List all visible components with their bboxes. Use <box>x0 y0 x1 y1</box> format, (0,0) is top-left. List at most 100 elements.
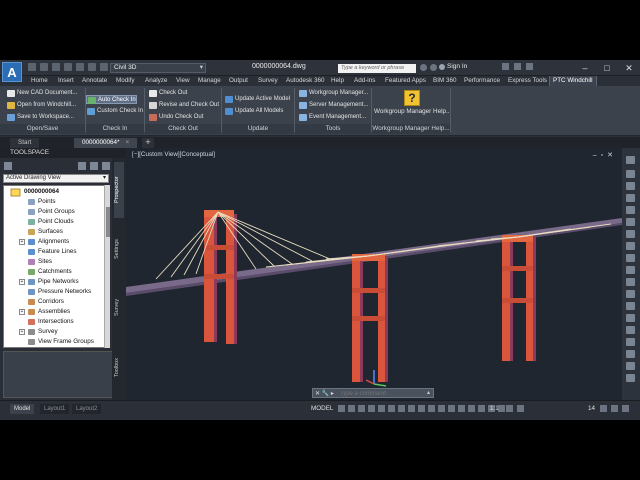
revise-and-check-out-button[interactable]: Revise and Check Out <box>148 101 219 110</box>
tab-view[interactable]: View <box>173 76 193 86</box>
custom-check-in-button[interactable]: Custom Check In <box>86 107 143 116</box>
workgroup-manager-button[interactable]: Workgroup Manager... <box>298 89 368 98</box>
favorites-icon[interactable] <box>430 64 437 71</box>
tab-survey[interactable]: Survey <box>114 282 124 332</box>
tab-ptc-windchill[interactable]: PTC Windchill <box>549 76 597 86</box>
sign-in-button[interactable]: Sign In <box>447 63 467 70</box>
tab-autodesk-360[interactable]: Autodesk 360 <box>283 76 328 86</box>
open-icon[interactable] <box>40 63 48 71</box>
view-dropdown[interactable]: Active Drawing View ▾ <box>3 174 109 183</box>
open-from-windchill-button[interactable]: Open from Windchill... <box>6 101 76 110</box>
close-icon[interactable]: × <box>125 139 129 146</box>
tab-drawing[interactable]: 0000000064* × <box>74 138 138 148</box>
tab-start[interactable]: Start <box>10 138 40 148</box>
auto-check-in-button[interactable]: Auto Check In <box>86 95 137 104</box>
new-icon[interactable] <box>28 63 36 71</box>
server-management-button[interactable]: Server Management... <box>298 101 368 110</box>
list-item[interactable]: Point Groups <box>14 207 75 217</box>
expand-icon[interactable]: + <box>19 329 25 335</box>
tab-annotate[interactable]: Annotate <box>79 76 110 86</box>
object-snap-tracking-icon[interactable] <box>388 405 395 412</box>
drawing-viewport[interactable]: [−][Custom View][Conceptual] ‒▫✕ ✕ 🔧 ▸ T… <box>126 148 622 400</box>
undo-icon[interactable] <box>88 63 96 71</box>
tab-performance[interactable]: Performance <box>461 76 503 86</box>
application-menu-button[interactable]: A <box>2 62 22 82</box>
tab-layout2[interactable]: Layout2 <box>72 404 102 414</box>
command-line-buttons[interactable]: ✕ 🔧 ▸ <box>315 390 334 397</box>
quick-select-icon[interactable] <box>626 290 635 298</box>
update-active-model-button[interactable]: Update Active Model <box>224 95 290 104</box>
viewcube-icon[interactable] <box>626 156 635 164</box>
save-icon[interactable] <box>52 63 60 71</box>
tab-featured-apps[interactable]: Featured Apps <box>382 76 429 86</box>
scrollbar-thumb[interactable] <box>106 207 110 237</box>
zoom-extents-icon[interactable] <box>626 302 635 310</box>
camera-icon[interactable] <box>626 362 635 370</box>
tab-model[interactable]: Model <box>10 404 35 414</box>
steering-wheel-icon[interactable] <box>626 170 635 178</box>
list-item[interactable]: Corridors <box>14 297 64 307</box>
tree-scrollbar[interactable] <box>104 185 110 348</box>
list-item[interactable]: + Survey <box>14 327 58 337</box>
snap-icon[interactable] <box>348 405 355 412</box>
tree-root-drawing[interactable]: 0000000064 <box>8 188 59 197</box>
transparency-icon[interactable] <box>418 405 425 412</box>
list-item[interactable]: Pressure Networks <box>14 287 91 297</box>
section-icon[interactable] <box>626 314 635 322</box>
annotation-visibility-icon[interactable] <box>478 405 485 412</box>
zoom-icon[interactable] <box>626 194 635 202</box>
sun-icon[interactable] <box>626 338 635 346</box>
binoculars-icon[interactable] <box>420 64 427 71</box>
exchange-icon[interactable] <box>514 63 521 70</box>
render-icon[interactable] <box>626 374 635 382</box>
minimize-icon[interactable]: – <box>574 60 596 76</box>
tab-express-tools[interactable]: Express Tools <box>505 76 550 86</box>
isolate-icon[interactable] <box>626 266 635 274</box>
new-tab-button[interactable]: + <box>142 138 154 148</box>
3d-osnap-icon[interactable] <box>438 405 445 412</box>
tab-help[interactable]: Help <box>328 76 347 86</box>
isodraft-icon[interactable] <box>378 405 385 412</box>
save-to-workspace-button[interactable]: Save to Workspace... <box>6 113 74 122</box>
ortho-icon[interactable] <box>358 405 365 412</box>
print-icon[interactable] <box>76 63 84 71</box>
list-item[interactable]: Points <box>14 197 56 207</box>
redo-icon[interactable] <box>100 63 108 71</box>
grid-icon[interactable] <box>338 405 345 412</box>
match-properties-icon[interactable] <box>626 254 635 262</box>
undo-check-out-button[interactable]: Undo Check Out <box>148 113 203 122</box>
expand-icon[interactable]: + <box>19 309 25 315</box>
chevron-up-icon[interactable]: ▴ <box>427 389 430 396</box>
tab-prospector[interactable]: Prospector <box>114 162 124 218</box>
polar-icon[interactable] <box>368 405 375 412</box>
cart-icon[interactable] <box>502 63 509 70</box>
tab-layout1[interactable]: Layout1 <box>40 404 70 414</box>
refresh-icon[interactable] <box>78 162 86 170</box>
menu-icon[interactable] <box>622 405 629 412</box>
event-management-button[interactable]: Event Management... <box>298 113 366 122</box>
dynamic-ucs-icon[interactable] <box>448 405 455 412</box>
tab-add-ins[interactable]: Add-ins <box>351 76 378 86</box>
pin-icon[interactable] <box>4 162 12 170</box>
command-input[interactable] <box>340 390 420 397</box>
list-item[interactable]: + Alignments <box>14 237 69 247</box>
settings-icon[interactable] <box>506 405 513 412</box>
lineweight-icon[interactable] <box>408 405 415 412</box>
object-snap-icon[interactable] <box>398 405 405 412</box>
gizmo-icon[interactable] <box>468 405 475 412</box>
tab-home[interactable]: Home <box>28 76 51 86</box>
tab-settings[interactable]: Settings <box>114 224 124 274</box>
list-item[interactable]: View Frame Groups <box>14 337 94 347</box>
tab-bim-360[interactable]: BIM 360 <box>430 76 459 86</box>
plus-icon[interactable] <box>517 405 524 412</box>
check-out-button[interactable]: Check Out <box>148 89 187 98</box>
light-icon[interactable] <box>626 350 635 358</box>
list-item[interactable]: Sites <box>14 257 52 267</box>
showmotion-icon[interactable] <box>626 218 635 226</box>
list-item[interactable]: + Assemblies <box>14 307 70 317</box>
selection-cycling-icon[interactable] <box>428 405 435 412</box>
list-item[interactable]: Feature Lines <box>14 247 77 257</box>
new-cad-document-button[interactable]: New CAD Document... <box>6 89 77 98</box>
list-item[interactable]: Intersections <box>14 317 74 327</box>
help-icon[interactable] <box>526 63 533 70</box>
